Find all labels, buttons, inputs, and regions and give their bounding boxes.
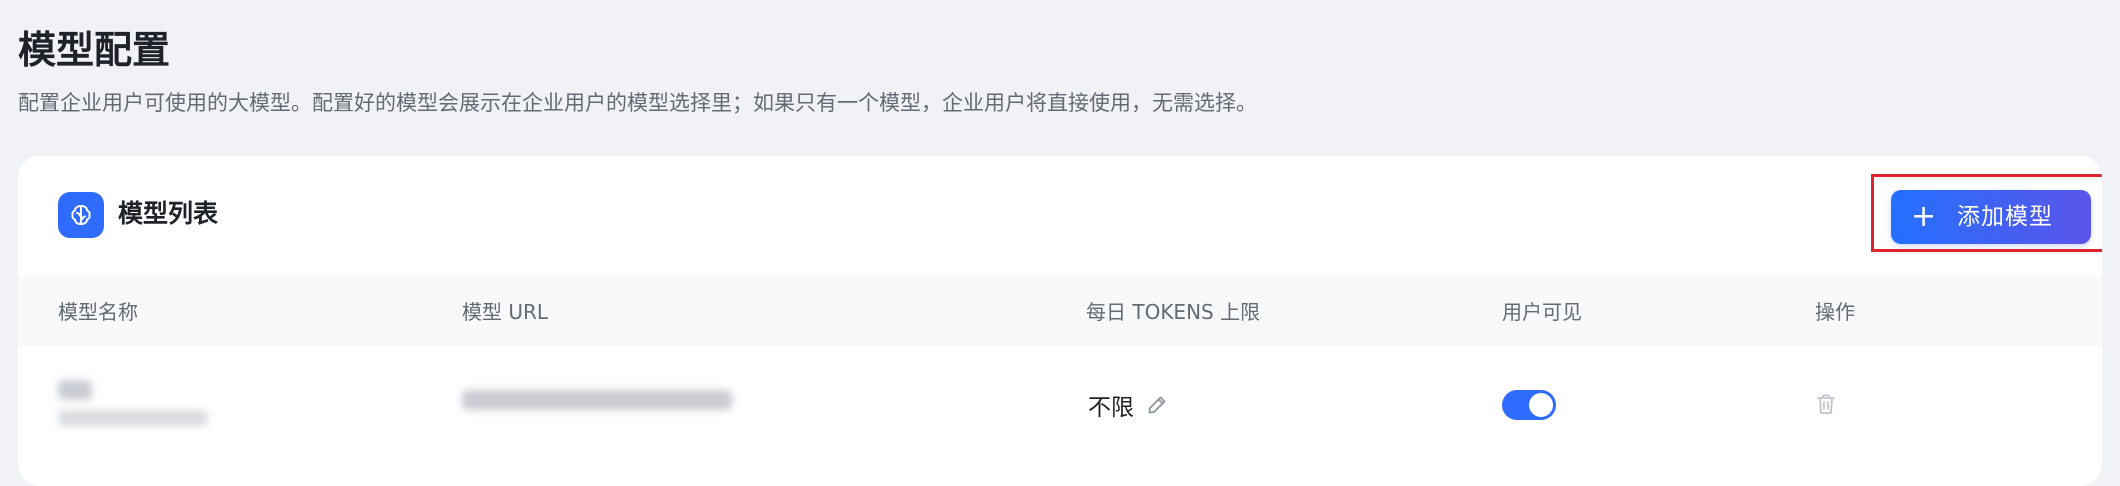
page-title: 模型配置 <box>18 28 171 72</box>
tokens-limit-cell: 不限 <box>1088 388 1168 422</box>
toggle-knob <box>1529 393 1553 417</box>
plus-icon: + <box>1911 199 1937 234</box>
model-url-redacted <box>462 390 732 410</box>
table-header: 模型名称 模型 URL 每日 TOKENS 上限 用户可见 操作 <box>18 276 2102 346</box>
delete-icon[interactable] <box>1815 392 1837 416</box>
column-header-user-visible: 用户可见 <box>1502 300 1582 324</box>
model-name-redacted <box>58 380 92 400</box>
model-list-card: 模型列表 + 添加模型 模型名称 模型 URL 每日 TOKENS 上限 用户可… <box>18 156 2102 486</box>
add-model-button[interactable]: + 添加模型 <box>1891 190 2091 244</box>
column-header-daily-tokens: 每日 TOKENS 上限 <box>1086 300 1261 324</box>
page-description: 配置企业用户可使用的大模型。配置好的模型会展示在企业用户的模型选择里；如果只有一… <box>18 91 1257 115</box>
column-header-actions: 操作 <box>1815 300 1855 324</box>
add-model-label: 添加模型 <box>1957 204 2053 230</box>
column-header-model-name: 模型名称 <box>58 300 138 324</box>
model-id-redacted <box>58 410 208 426</box>
brain-icon <box>58 192 104 238</box>
card-header: 模型列表 + 添加模型 <box>18 156 2102 276</box>
tokens-limit-value: 不限 <box>1088 395 1134 421</box>
column-header-model-url: 模型 URL <box>462 300 549 324</box>
edit-icon[interactable] <box>1146 394 1168 416</box>
page-header: 模型配置 配置企业用户可使用的大模型。配置好的模型会展示在企业用户的模型选择里；… <box>18 22 1257 118</box>
user-visible-toggle[interactable] <box>1502 390 1556 420</box>
card-title: 模型列表 <box>118 199 219 228</box>
table-row: 不限 <box>18 346 2102 486</box>
